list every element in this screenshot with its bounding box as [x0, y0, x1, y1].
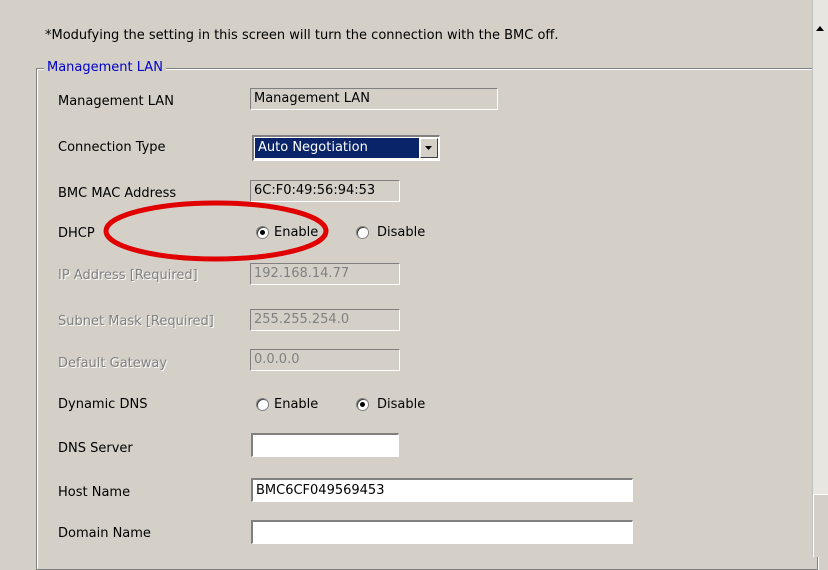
ip-address-label: IP Address [Required]: [58, 268, 198, 283]
subnet-mask-field: 255.255.254.0: [250, 309, 400, 331]
connection-type-value: Auto Negotiation: [255, 138, 419, 158]
dynamic-dns-enable-radio[interactable]: [256, 398, 269, 411]
default-gateway-label: Default Gateway: [58, 356, 168, 371]
scrollbar-thumb[interactable]: [813, 494, 828, 557]
dynamic-dns-label: Dynamic DNS: [58, 397, 148, 412]
dhcp-label: DHCP: [58, 226, 95, 241]
dynamic-dns-enable-label[interactable]: Enable: [274, 397, 318, 412]
settings-warning-note: *Modufying the setting in this screen wi…: [45, 28, 559, 43]
chevron-down-icon: [425, 146, 432, 150]
radio-selected-dot: [260, 230, 265, 235]
default-gateway-field: 0.0.0.0: [250, 349, 400, 371]
dhcp-disable-label[interactable]: Disable: [377, 225, 425, 240]
ip-address-field: 192.168.14.77: [250, 263, 400, 285]
domain-name-input[interactable]: [251, 520, 633, 544]
dynamic-dns-disable-label[interactable]: Disable: [377, 397, 425, 412]
dhcp-enable-label[interactable]: Enable: [274, 225, 318, 240]
bmc-mac-field: 6C:F0:49:56:94:53: [250, 180, 400, 202]
subnet-mask-label: Subnet Mask [Required]: [58, 314, 214, 329]
connection-type-dropdown-button[interactable]: [420, 138, 438, 158]
management-lan-label: Management LAN: [58, 94, 174, 109]
dns-server-label: DNS Server: [58, 441, 133, 456]
host-name-input[interactable]: BMC6CF049569453: [251, 478, 633, 502]
connection-type-select[interactable]: Auto Negotiation: [252, 135, 440, 161]
radio-selected-dot: [360, 402, 365, 407]
dhcp-enable-radio[interactable]: [256, 226, 269, 239]
vertical-scrollbar[interactable]: [812, 0, 828, 556]
dns-server-input[interactable]: [251, 433, 399, 457]
bmc-mac-label: BMC MAC Address: [58, 186, 177, 201]
domain-name-label: Domain Name: [58, 526, 151, 541]
scroll-up-arrow-icon[interactable]: [812, 22, 828, 36]
connection-type-label: Connection Type: [58, 140, 166, 155]
host-name-label: Host Name: [58, 485, 131, 500]
dynamic-dns-disable-radio[interactable]: [356, 398, 369, 411]
management-lan-group-title: Management LAN: [44, 60, 166, 75]
dhcp-disable-radio[interactable]: [356, 226, 369, 239]
management-lan-field: Management LAN: [250, 88, 498, 110]
